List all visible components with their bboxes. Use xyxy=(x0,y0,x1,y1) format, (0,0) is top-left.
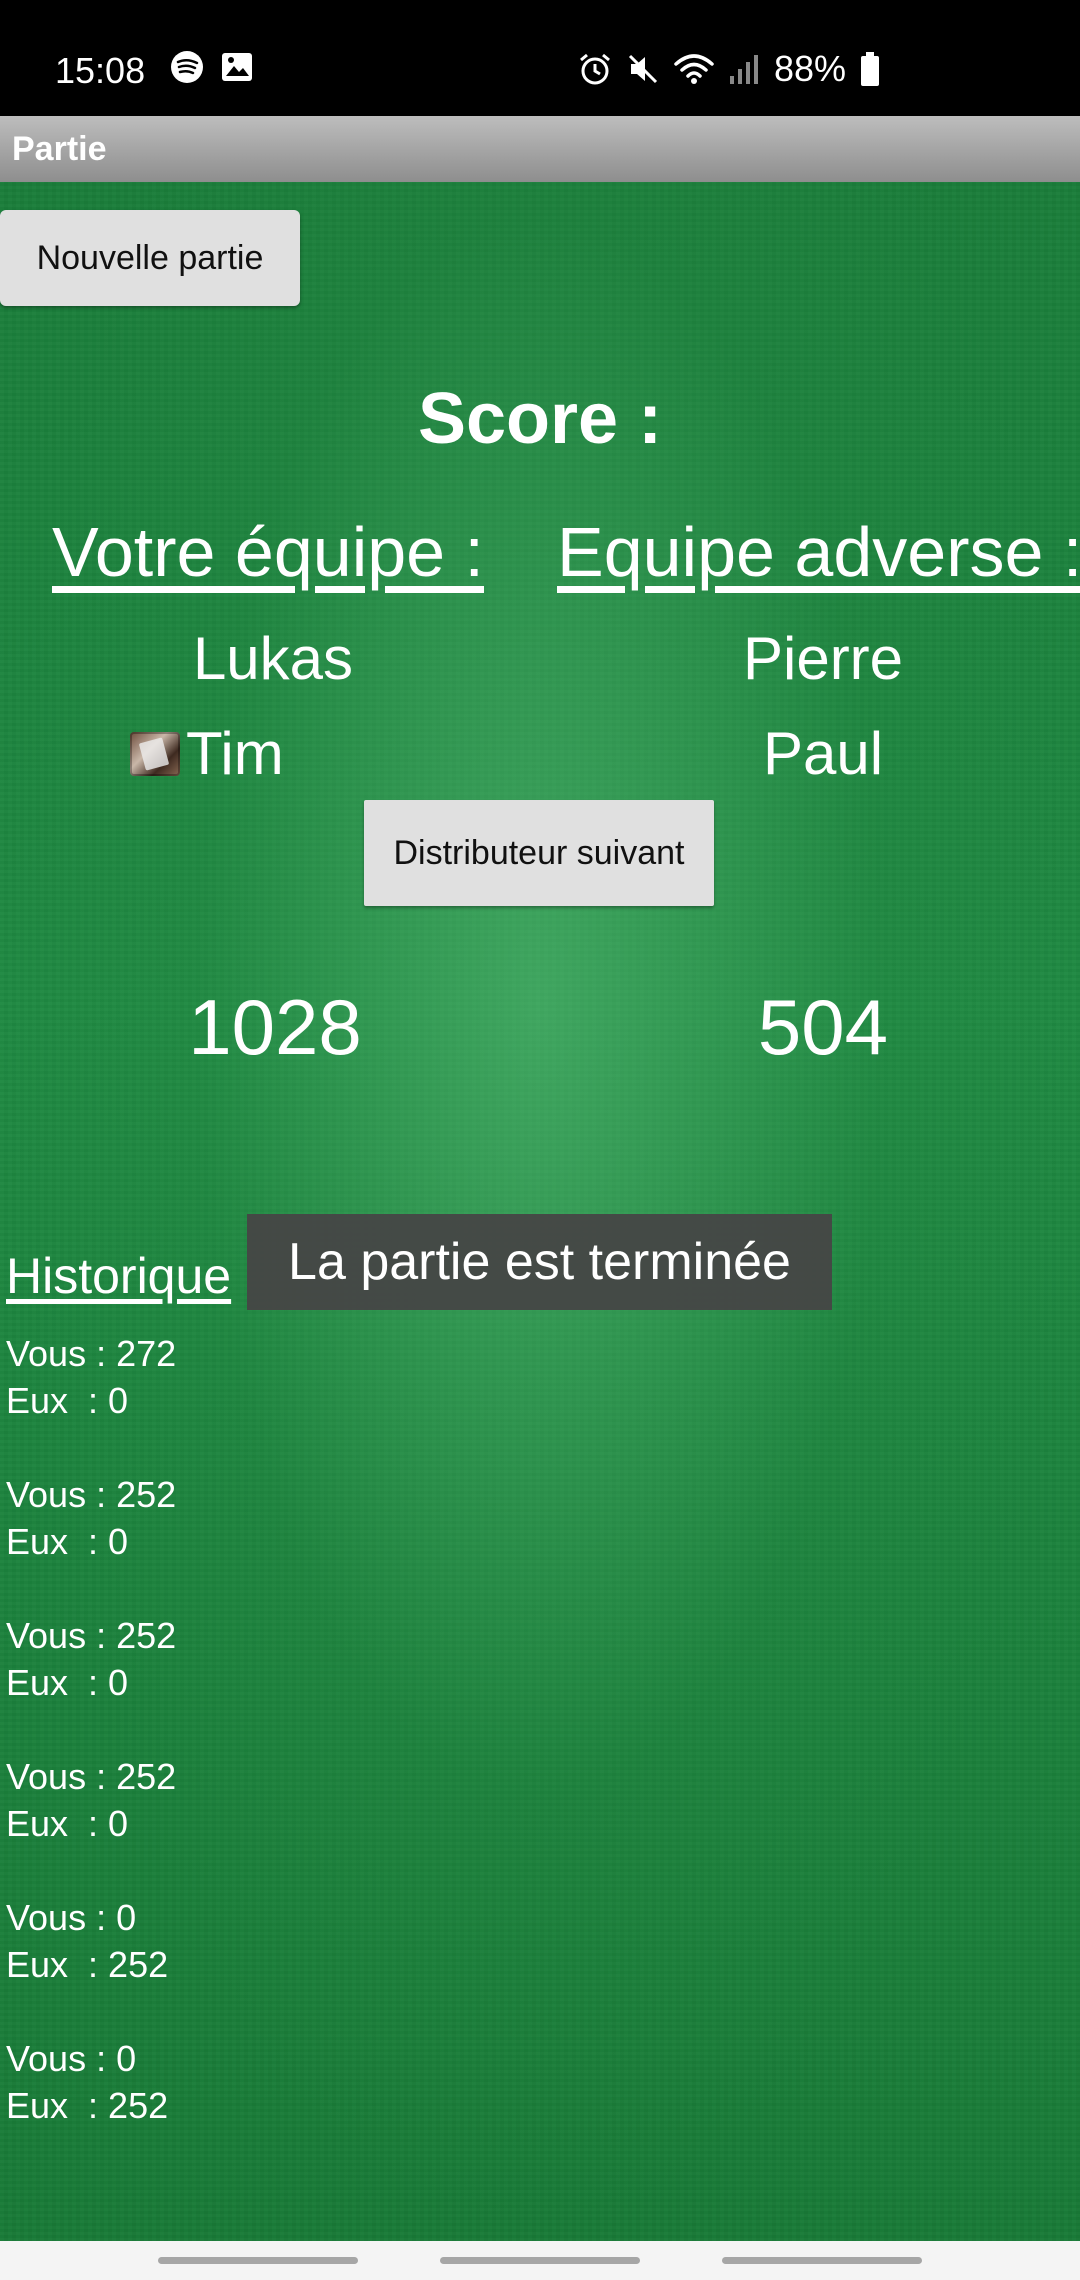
score-theirs: 504 xyxy=(757,983,889,1071)
score-title: Score : xyxy=(417,379,663,459)
status-bar: 15:08 88% xyxy=(0,0,1080,116)
signal-icon xyxy=(729,55,758,84)
wifi-icon xyxy=(674,54,714,84)
history-vous: Vous : 0 xyxy=(6,1897,137,1938)
list-item: Vous : 252 Eux : 0 xyxy=(6,1612,176,1706)
status-time: 15:08 xyxy=(55,50,146,91)
player-theirs-1: Pierre xyxy=(742,625,904,692)
team-ours-header: Votre équipe : xyxy=(52,513,484,591)
history-vous: Vous : 252 xyxy=(6,1474,177,1515)
score-ours: 1028 xyxy=(188,983,362,1071)
history-eux: Eux : 0 xyxy=(6,1380,129,1421)
dealer-cards-icon xyxy=(130,731,180,776)
game-board: Nouvelle partie Score : Votre équipe : E… xyxy=(0,182,1080,2241)
player-ours-1: Lukas xyxy=(192,625,354,692)
history-vous: Vous : 252 xyxy=(6,1756,177,1797)
navigation-bar xyxy=(0,2241,1080,2280)
history-eux: Eux : 252 xyxy=(6,1944,169,1985)
nav-back-button[interactable] xyxy=(722,2257,922,2264)
history-eux: Eux : 0 xyxy=(6,1662,129,1703)
next-dealer-button[interactable]: Distributeur suivant xyxy=(364,800,714,906)
mute-icon xyxy=(628,54,657,84)
new-game-button[interactable]: Nouvelle partie xyxy=(0,210,300,306)
page-title: Partie xyxy=(12,130,107,168)
alarm-icon xyxy=(579,53,610,85)
nav-home-button[interactable] xyxy=(440,2257,640,2264)
status-icons: 88% xyxy=(578,48,880,90)
app-bar: Partie xyxy=(0,116,1080,182)
history-eux: Eux : 252 xyxy=(6,2085,169,2126)
history-eux: Eux : 0 xyxy=(6,1803,129,1844)
player-ours-2: Tim xyxy=(130,719,430,788)
battery-icon xyxy=(861,52,879,86)
history-vous: Vous : 0 xyxy=(6,2038,137,2079)
spotify-icon xyxy=(171,51,203,83)
history-vous: Vous : 272 xyxy=(6,1333,177,1374)
history-eux: Eux : 0 xyxy=(6,1521,129,1562)
list-item: Vous : 0 Eux : 252 xyxy=(6,2035,176,2129)
history-list: Vous : 272 Eux : 0 Vous : 252 Eux : 0 Vo… xyxy=(6,1330,176,2176)
battery-level: 88% xyxy=(773,48,846,89)
history-vous: Vous : 252 xyxy=(6,1615,177,1656)
list-item: Vous : 252 Eux : 0 xyxy=(6,1471,176,1565)
player-name: Tim xyxy=(186,720,284,787)
game-over-toast: La partie est terminée xyxy=(247,1214,832,1310)
list-item: Vous : 252 Eux : 0 xyxy=(6,1753,176,1847)
list-item: Vous : 0 Eux : 252 xyxy=(6,1894,176,1988)
history-title: Historique xyxy=(6,1248,232,1304)
player-theirs-2: Paul xyxy=(762,720,884,787)
image-icon xyxy=(222,53,252,81)
list-item: Vous : 272 Eux : 0 xyxy=(6,1330,176,1424)
team-theirs-header: Equipe adverse : xyxy=(557,513,1080,591)
nav-recents-button[interactable] xyxy=(158,2257,358,2264)
